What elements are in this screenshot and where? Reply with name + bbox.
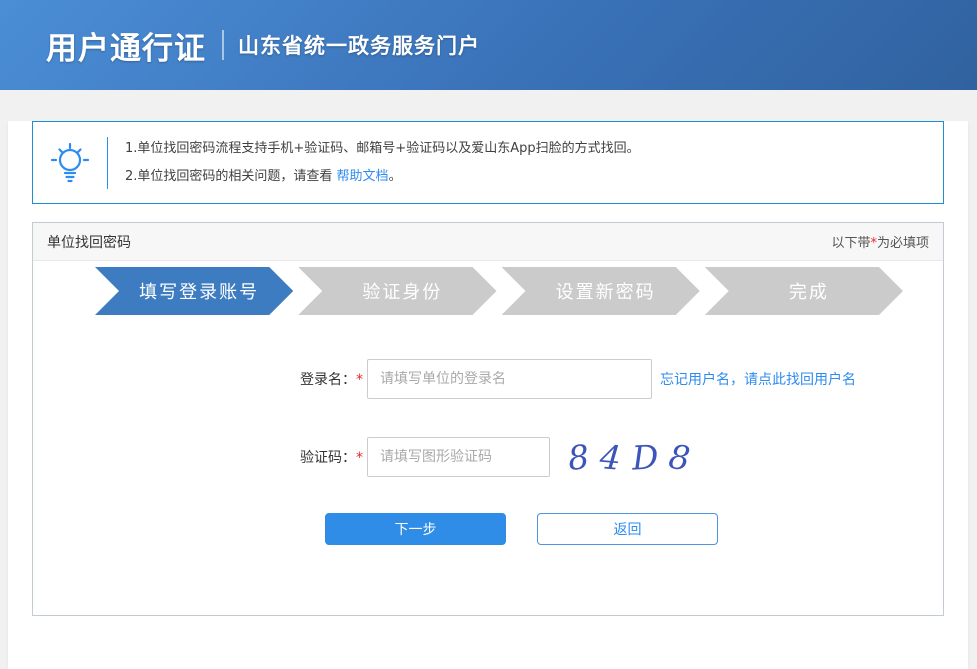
- lightbulb-icon: [33, 140, 107, 186]
- captcha-image[interactable]: 8 4 D 8: [568, 441, 690, 474]
- captcha-char: D: [631, 440, 659, 474]
- panel-title: 单位找回密码: [47, 232, 131, 252]
- forgot-username-link[interactable]: 忘记用户名，请点此找回用户名: [660, 369, 856, 389]
- step-verify-identity: 验证身份: [298, 267, 496, 315]
- recover-password-panel: 单位找回密码 以下带*为必填项 填写登录账号 验证身份 设置新密码 完成 登录名…: [32, 222, 944, 616]
- login-required-star: *: [356, 372, 363, 388]
- notice-box: 1.单位找回密码流程支持手机+验证码、邮箱号+验证码以及爱山东App扫脸的方式找…: [32, 121, 944, 204]
- captcha-char: 4: [599, 440, 623, 475]
- title-divider: [222, 30, 224, 60]
- required-note: 以下带*为必填项: [831, 232, 929, 251]
- notice-line-2: 2.单位找回密码的相关问题，请查看 帮助文档。: [125, 163, 640, 191]
- step-set-new-password: 设置新密码: [502, 267, 700, 315]
- site-title: 用户通行证: [46, 23, 206, 68]
- next-step-button[interactable]: 下一步: [325, 513, 506, 545]
- captcha-required-star: *: [356, 450, 363, 466]
- captcha-row: 验证码：* 8 4 D 8: [33, 437, 943, 477]
- site-subtitle: 山东省统一政务服务门户: [238, 30, 480, 60]
- step-fill-account: 填写登录账号: [95, 267, 293, 315]
- site-header: 用户通行证 山东省统一政务服务门户: [0, 0, 977, 90]
- login-name-label: 登录名：*: [33, 369, 363, 389]
- help-doc-link[interactable]: 帮助文档: [337, 169, 389, 184]
- captcha-char: 8: [566, 439, 590, 474]
- step-progress: 填写登录账号 验证身份 设置新密码 完成: [95, 267, 903, 315]
- captcha-char: 8: [668, 439, 693, 474]
- notice-text: 1.单位找回密码流程支持手机+验证码、邮箱号+验证码以及爱山东App扫脸的方式找…: [108, 135, 640, 191]
- button-row: 下一步 返回: [325, 513, 943, 545]
- captcha-input[interactable]: [367, 437, 550, 477]
- login-name-row: 登录名：* 忘记用户名，请点此找回用户名: [33, 359, 943, 399]
- step-done: 完成: [705, 267, 903, 315]
- panel-header: 单位找回密码 以下带*为必填项: [33, 223, 943, 261]
- content-card: 1.单位找回密码流程支持手机+验证码、邮箱号+验证码以及爱山东App扫脸的方式找…: [8, 121, 968, 669]
- notice-line-1: 1.单位找回密码流程支持手机+验证码、邮箱号+验证码以及爱山东App扫脸的方式找…: [125, 135, 640, 163]
- captcha-label: 验证码：*: [33, 447, 363, 467]
- back-button[interactable]: 返回: [537, 513, 718, 545]
- login-name-input[interactable]: [367, 359, 652, 399]
